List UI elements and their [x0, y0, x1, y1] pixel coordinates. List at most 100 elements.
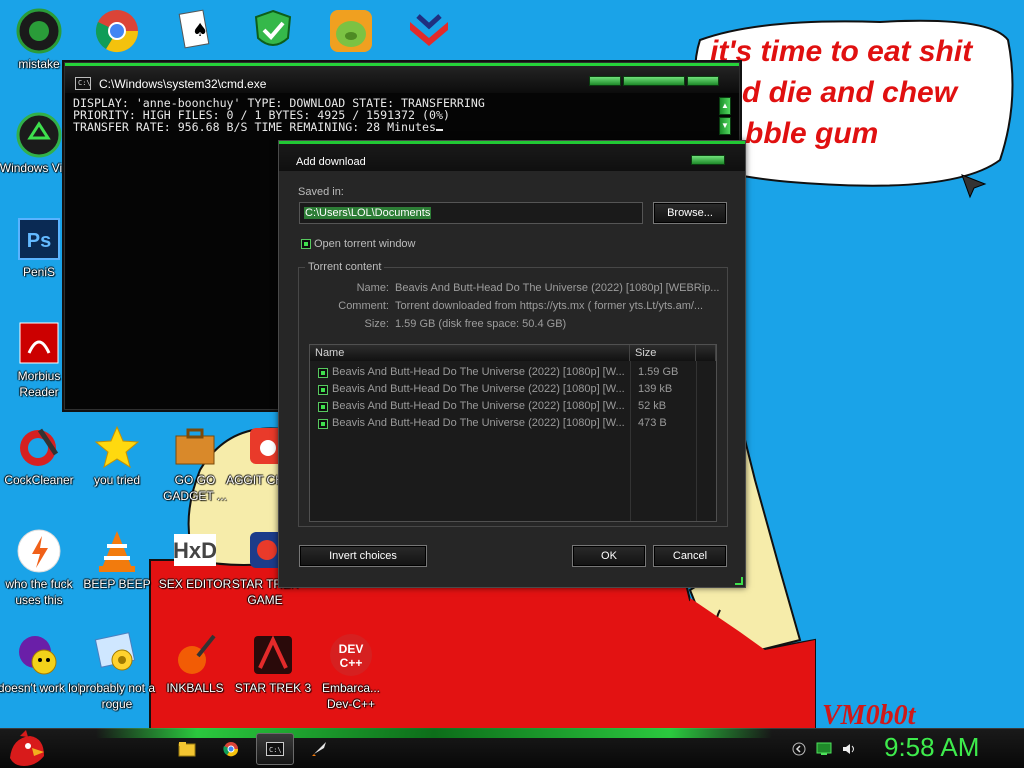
desktop-icon-beep-beep[interactable]: BEEP BEEP — [75, 528, 159, 592]
desktop-icon-label: INKBALLS — [166, 681, 224, 695]
scroll-up-button[interactable]: ▲ — [719, 97, 731, 115]
file-size: 1.59 GB — [638, 366, 679, 378]
bubble-text-line-2: d die and chew — [742, 76, 958, 109]
vlc-icon — [94, 528, 140, 574]
desktop-icon-you-tried[interactable]: you tried — [75, 424, 159, 488]
desktop-icon-probably-not-a-rogue[interactable]: probably not a rogue — [75, 632, 159, 712]
comment-key: Comment: — [338, 300, 389, 312]
file-checkbox[interactable] — [318, 368, 328, 378]
dialog-close-button[interactable] — [691, 155, 725, 165]
inkball-icon — [172, 632, 218, 678]
desktop-icon-label: STAR TREK 3 — [234, 681, 312, 695]
network-icon[interactable] — [816, 741, 832, 757]
desktop-icon-inkballs[interactable]: INKBALLS — [153, 632, 237, 696]
desktop-icon-solitaire[interactable]: ♠ — [153, 8, 237, 56]
column-header-name[interactable]: Name — [310, 345, 630, 361]
file-size: 473 B — [638, 417, 667, 429]
dialog-title: Add download — [296, 156, 366, 168]
ccleaner-icon — [16, 424, 62, 470]
browse-button[interactable]: Browse... — [653, 202, 727, 224]
close-button[interactable] — [687, 76, 719, 86]
taskbar-chrome-button[interactable] — [212, 733, 250, 765]
volume-icon[interactable] — [841, 741, 857, 757]
file-checkbox[interactable] — [318, 419, 328, 429]
security-shield-icon — [250, 8, 296, 54]
cmd-titlebar[interactable]: C:\ C:\Windows\system32\cmd.exe — [65, 63, 739, 93]
solitaire-icon: ♠ — [172, 8, 218, 54]
svg-text:DEV: DEV — [339, 642, 364, 656]
file-size: 52 kB — [638, 400, 667, 412]
file-checkbox[interactable] — [318, 402, 328, 412]
file-row[interactable]: Beavis And Butt-Head Do The Universe (20… — [310, 398, 716, 415]
file-name: Beavis And Butt-Head Do The Universe (20… — [332, 417, 625, 429]
desktop-icon-who-uses-this[interactable]: who the fuck uses this — [0, 528, 81, 608]
rocket-icon — [312, 742, 326, 756]
svg-text:HxD: HxD — [173, 538, 217, 563]
desktop-icon-label: probably not a rogue — [78, 681, 156, 711]
desktop-icon-bad-piggies[interactable] — [309, 8, 393, 56]
open-torrent-label[interactable]: Open torrent window — [314, 238, 416, 250]
saved-in-input[interactable]: C:\Users\LOL\Documents — [299, 202, 643, 224]
bubble-text-line-1: it's time to eat shit — [710, 35, 973, 68]
file-name: Beavis And Butt-Head Do The Universe (20… — [332, 383, 625, 395]
name-value: Beavis And Butt-Head Do The Universe (20… — [395, 282, 720, 294]
chrome-icon — [223, 742, 239, 757]
recycle-bin-icon — [16, 112, 62, 158]
cmd-line: TRANSFER RATE: 956.68 B/S TIME REMAINING… — [73, 120, 436, 134]
tray-arrow-icon[interactable] — [791, 741, 807, 757]
svg-text:C++: C++ — [340, 656, 363, 670]
dialog-titlebar[interactable]: Add download — [279, 141, 745, 171]
taskbar-clock[interactable]: 9:58 AM — [884, 732, 979, 763]
desktop-icon-chrome[interactable] — [75, 8, 159, 56]
resize-grip-icon[interactable] — [735, 577, 743, 585]
angry-bird-start-icon — [10, 730, 44, 766]
saved-in-value: C:\Users\LOL\Documents — [304, 207, 432, 219]
yahoo-messenger-icon — [16, 632, 62, 678]
chrome-icon — [94, 8, 140, 54]
cmd-icon: C:\ — [266, 742, 284, 756]
desktop-icon-label: BEEP BEEP — [83, 577, 151, 591]
file-name: Beavis And Butt-Head Do The Universe (20… — [332, 400, 625, 412]
maximize-button[interactable] — [623, 76, 685, 86]
file-size: 139 kB — [638, 383, 673, 395]
briefcase-icon — [172, 424, 218, 470]
cmd-icon: C:\ — [75, 77, 91, 90]
open-torrent-checkbox[interactable] — [301, 239, 311, 249]
taskbar-cmd-button[interactable]: C:\ — [256, 733, 294, 765]
file-row[interactable]: Beavis And Butt-Head Do The Universe (20… — [310, 364, 716, 381]
desktop-icon-doesnt-work[interactable]: doesn't work lol — [0, 632, 81, 696]
explorer-icon — [178, 742, 196, 757]
desktop-icon-dev-cpp[interactable]: DEV C++ Embarca... Dev-C++ — [309, 632, 393, 712]
name-key: Name: — [356, 282, 389, 294]
file-row[interactable]: Beavis And Butt-Head Do The Universe (20… — [310, 415, 716, 432]
files-table[interactable]: Name Size Beavis And Butt-Head Do The Un… — [309, 344, 717, 522]
taskbar-explorer-button[interactable] — [168, 733, 206, 765]
desktop-icon-winamp[interactable] — [387, 8, 471, 56]
control-panel-icon — [94, 632, 140, 678]
invert-choices-button[interactable]: Invert choices — [299, 545, 427, 567]
start-button[interactable] — [6, 728, 46, 768]
file-checkbox[interactable] — [318, 385, 328, 395]
taskbar-rocket-button[interactable] — [300, 733, 338, 765]
desktop-icon-label: doesn't work lol — [0, 681, 81, 695]
star-icon — [94, 424, 140, 470]
desktop-icon-star-trek-3[interactable]: STAR TREK 3 — [231, 632, 315, 696]
desktop-icon-label: CockCleaner — [4, 473, 74, 487]
ok-button[interactable]: OK — [572, 545, 646, 567]
svg-text:C:\: C:\ — [269, 746, 282, 754]
cancel-button[interactable]: Cancel — [653, 545, 727, 567]
add-download-dialog[interactable]: Add download Saved in: C:\Users\LOL\Docu… — [278, 140, 746, 588]
star-wars-3-icon — [250, 632, 296, 678]
photoshop-icon: Ps — [16, 216, 62, 262]
pdf-reader-icon — [16, 320, 62, 366]
desktop-icon-cockcleaner[interactable]: CockCleaner — [0, 424, 81, 488]
minimize-button[interactable] — [589, 76, 621, 86]
desktop-icon-security[interactable] — [231, 8, 315, 56]
column-header-size[interactable]: Size — [630, 345, 696, 361]
avast-icon — [16, 528, 62, 574]
desktop-icon-label: you tried — [93, 473, 141, 487]
scroll-down-button[interactable]: ▼ — [719, 117, 731, 135]
saved-in-label: Saved in: — [298, 186, 344, 198]
hxd-icon: HxD — [172, 528, 218, 574]
file-row[interactable]: Beavis And Butt-Head Do The Universe (20… — [310, 381, 716, 398]
